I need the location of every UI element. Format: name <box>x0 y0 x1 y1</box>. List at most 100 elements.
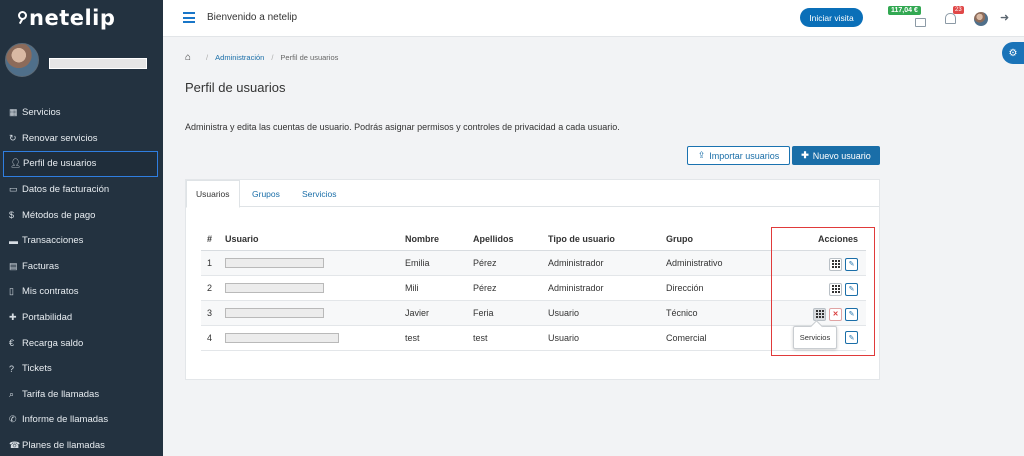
sidebar-item-label: Perfil de usuarios <box>23 158 97 170</box>
sidebar-item-planes-de-llamadas[interactable]: ☎ Planes de llamadas <box>0 433 163 456</box>
user-cell <box>225 250 405 276</box>
import-users-label: Importar usuarios <box>709 150 780 161</box>
apellidos-cell: Pérez <box>473 275 548 301</box>
user-cell <box>225 325 405 351</box>
sidebar-item-label: Transacciones <box>22 235 84 247</box>
breadcrumb-current: Perfil de usuarios <box>280 53 339 62</box>
breadcrumb-link-administracion[interactable]: Administración <box>215 53 264 62</box>
notifications-button[interactable]: 23 <box>942 6 966 30</box>
column-header-nombre: Nombre <box>405 228 473 251</box>
sidebar-item-label: Tickets <box>22 363 52 375</box>
card-icon: ▭ <box>9 184 18 195</box>
sidebar-item-label: Datos de facturación <box>22 184 110 196</box>
page-title: Perfil de usuarios <box>185 80 286 95</box>
apellidos-cell: test <box>473 325 548 351</box>
redacted-username <box>225 332 339 343</box>
sidebar-item-tickets[interactable]: ? Tickets <box>0 356 163 382</box>
plus-icon: ✚ <box>801 150 809 160</box>
tab-usuarios[interactable]: Usuarios <box>186 180 240 208</box>
column-header-number: # <box>201 228 225 251</box>
start-tour-button[interactable]: Iniciar visita <box>800 8 863 27</box>
sidebar-item-label: Servicios <box>22 107 61 119</box>
euro-icon: € <box>9 338 15 349</box>
phone-icon: ✆ <box>9 414 17 425</box>
apellidos-cell: Feria <box>473 300 548 326</box>
sidebar-item-label: Portabilidad <box>22 312 73 324</box>
location-pin-icon <box>18 11 27 20</box>
grupo-cell: Técnico <box>666 300 776 326</box>
row-number: 4 <box>201 325 225 351</box>
refresh-icon: ↻ <box>9 132 17 143</box>
sidebar-item-datos-de-facturacion[interactable]: ▭ Datos de facturación <box>0 177 163 203</box>
logout-icon[interactable]: ➜ <box>1000 12 1012 24</box>
redacted-username <box>225 282 324 293</box>
home-icon[interactable]: ⌂ <box>185 52 191 63</box>
sidebar-item-transacciones[interactable]: ▬ Transacciones <box>0 228 163 254</box>
user-avatar[interactable] <box>5 43 39 77</box>
sidebar-item-label: Métodos de pago <box>22 209 96 221</box>
column-header-grupo: Grupo <box>666 228 776 251</box>
balance-widget[interactable]: 117,04 € <box>888 6 928 30</box>
users-table: # Usuario Nombre Apellidos Tipo de usuar… <box>201 228 866 351</box>
bell-icon <box>945 13 956 24</box>
menu-toggle-icon[interactable] <box>183 12 195 23</box>
nombre-cell: Mili <box>405 275 473 301</box>
sidebar-nav: ▦ Servicios ↻ Renovar servicios 👤︎ Perfi… <box>0 100 163 456</box>
column-header-usuario: Usuario <box>225 228 405 251</box>
invoice-icon: ▤ <box>9 260 18 271</box>
breadcrumb: ⌂ / Administración / Perfil de usuarios <box>185 52 338 63</box>
table-row: 4 test test Usuario Comercial ✎ <box>201 325 866 351</box>
tipo-cell: Usuario <box>548 325 666 351</box>
sidebar-item-informe-de-llamadas[interactable]: ✆ Informe de llamadas <box>0 407 163 433</box>
settings-icon: ⚙ <box>1008 47 1018 59</box>
sidebar-item-metodos-de-pago[interactable]: $ Métodos de pago <box>0 202 163 228</box>
user-avatar-small[interactable] <box>974 12 988 26</box>
nombre-cell: Emilia <box>405 250 473 276</box>
services-tooltip: Servicios <box>793 326 837 349</box>
plus-icon: ✚ <box>9 312 17 323</box>
wallet-icon <box>915 18 926 27</box>
breadcrumb-separator: / <box>271 53 274 62</box>
sidebar-item-recarga-saldo[interactable]: € Recarga saldo <box>0 330 163 356</box>
new-user-label: Nuevo usuario <box>812 150 871 161</box>
nombre-cell: test <box>405 325 473 351</box>
import-users-button[interactable]: ⇪ Importar usuarios <box>687 146 790 165</box>
sidebar-item-servicios[interactable]: ▦ Servicios <box>0 100 163 126</box>
column-header-tipo: Tipo de usuario <box>548 228 666 251</box>
search-icon: ⌕ <box>9 388 15 399</box>
table-row: 2 Mili Pérez Administrador Dirección ✎ <box>201 275 866 301</box>
row-number: 2 <box>201 275 225 301</box>
settings-panel-toggle[interactable]: ⚙ <box>1002 42 1024 64</box>
sidebar-item-renovar-servicios[interactable]: ↻ Renovar servicios <box>0 126 163 152</box>
grid-icon: ▦ <box>9 107 18 118</box>
tab-grupos[interactable]: Grupos <box>252 180 280 207</box>
table-row: 3 Javier Feria Usuario Técnico ✕ ✎ <box>201 300 866 326</box>
apellidos-cell: Pérez <box>473 250 548 276</box>
sidebar-item-label: Renovar servicios <box>22 132 98 144</box>
sidebar-item-mis-contratos[interactable]: ▯ Mis contratos <box>0 279 163 305</box>
sidebar: netelip ▦ Servicios ↻ Renovar servicios … <box>0 0 163 456</box>
list-icon: ▬ <box>9 235 18 246</box>
redacted-username <box>225 307 324 318</box>
netelip-logo[interactable]: netelip <box>18 6 115 30</box>
tipo-cell: Usuario <box>548 300 666 326</box>
row-number: 1 <box>201 250 225 276</box>
sidebar-item-label: Informe de llamadas <box>22 414 109 426</box>
sidebar-item-label: Tarifa de llamadas <box>22 388 100 400</box>
new-user-button[interactable]: ✚ Nuevo usuario <box>792 146 880 165</box>
grupo-cell: Administrativo <box>666 250 776 276</box>
sidebar-item-perfil-de-usuarios[interactable]: 👤︎ Perfil de usuarios <box>3 151 158 177</box>
notifications-count: 23 <box>953 6 964 14</box>
table-header-row: # Usuario Nombre Apellidos Tipo de usuar… <box>201 228 866 251</box>
sidebar-item-label: Mis contratos <box>22 286 79 298</box>
dollar-icon: $ <box>9 210 15 221</box>
sidebar-item-tarifa-de-llamadas[interactable]: ⌕ Tarifa de llamadas <box>0 382 163 408</box>
page-description: Administra y edita las cuentas de usuari… <box>185 122 620 132</box>
tab-servicios[interactable]: Servicios <box>302 180 336 207</box>
user-icon: 👤︎ <box>10 158 22 169</box>
row-number: 3 <box>201 300 225 326</box>
user-cell <box>225 300 405 326</box>
sidebar-item-facturas[interactable]: ▤ Facturas <box>0 254 163 280</box>
redacted-username <box>225 257 324 268</box>
sidebar-item-portabilidad[interactable]: ✚ Portabilidad <box>0 305 163 331</box>
